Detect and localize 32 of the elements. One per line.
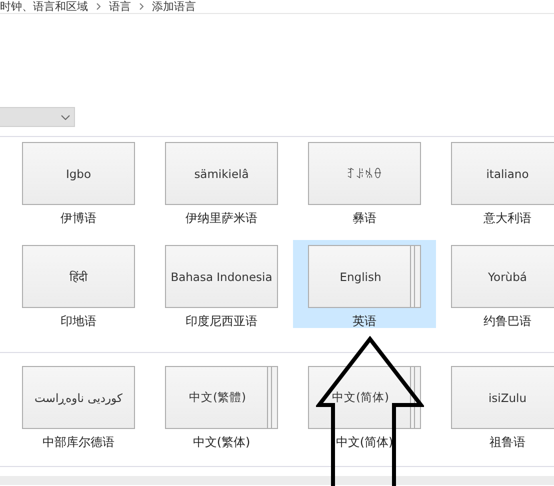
language-tile[interactable]: ꆈꌠꁱꂷ: [308, 142, 421, 205]
language-tile[interactable]: English: [308, 245, 421, 308]
language-label: 印地语: [60, 313, 96, 330]
dropdown[interactable]: [0, 107, 75, 127]
breadcrumb-link[interactable]: 添加语言: [152, 1, 196, 12]
language-label: 祖鲁语: [490, 434, 526, 451]
language-item[interactable]: English 英语: [293, 240, 436, 328]
chevron-icon: [139, 3, 144, 10]
language-label: 中部库尔德语: [42, 434, 114, 451]
language-tile[interactable]: italiano: [451, 142, 554, 205]
language-tile[interactable]: sämikielâ: [165, 142, 278, 205]
language-label: 彝语: [352, 210, 376, 227]
language-label: 意大利语: [484, 210, 532, 227]
language-tile[interactable]: 中文(繁體): [165, 366, 278, 429]
breadcrumb-link[interactable]: 时钟、语言和区域: [0, 1, 88, 12]
chevron-icon: [96, 3, 101, 10]
language-label: 英语: [352, 313, 376, 330]
language-tile[interactable]: Bahasa Indonesia: [165, 245, 278, 308]
language-tile[interactable]: کوردیی ناوەڕاست: [22, 366, 135, 429]
language-tile[interactable]: Igbo: [22, 142, 135, 205]
language-label: 伊纳里萨米语: [186, 210, 258, 227]
language-tile[interactable]: हिंदी: [22, 245, 135, 308]
chevron-down-icon: [61, 114, 70, 120]
breadcrumb-link[interactable]: 语言: [109, 1, 131, 12]
language-tile[interactable]: isiZulu: [451, 366, 554, 429]
language-tile[interactable]: 中文(简体): [308, 366, 421, 429]
language-tile[interactable]: Yorùbá: [451, 245, 554, 308]
language-label: 伊博语: [60, 210, 96, 227]
language-label: 中文(简体): [336, 434, 394, 451]
language-label: 印度尼西亚语: [186, 313, 258, 330]
language-label: 约鲁巴语: [484, 313, 532, 330]
language-label: 中文(繁体): [192, 434, 250, 451]
